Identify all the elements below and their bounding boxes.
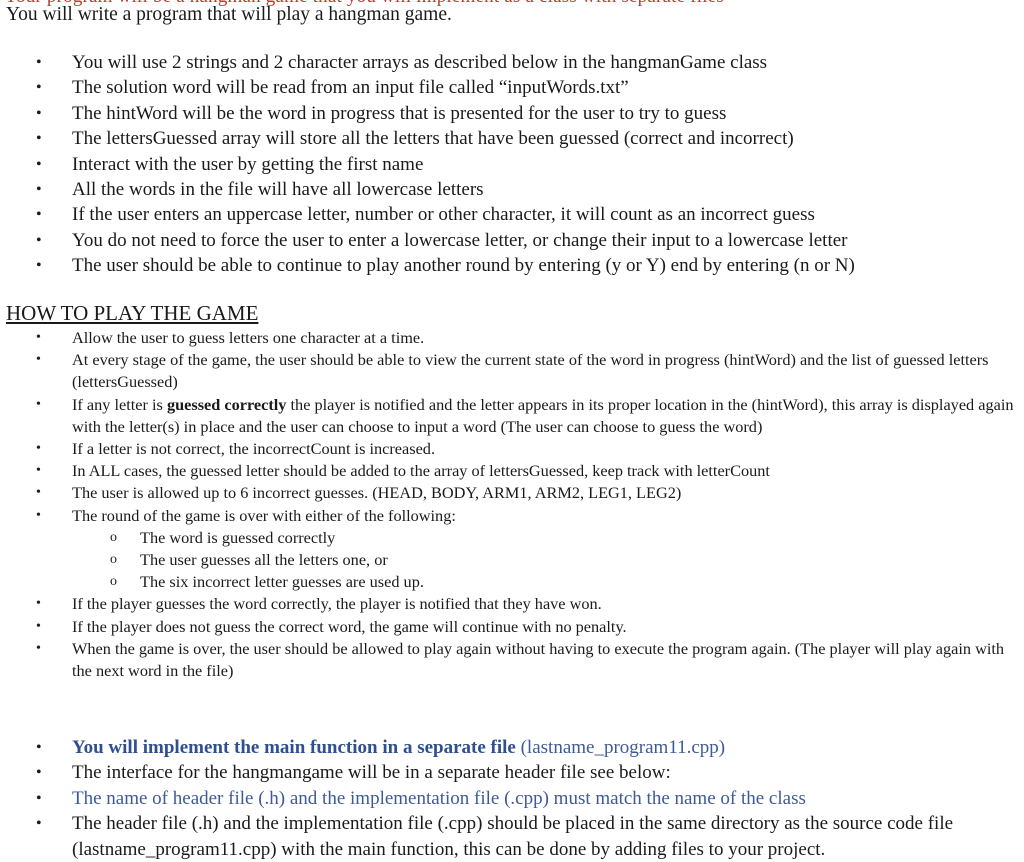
- list-item-text: The user should be able to continue to p…: [72, 255, 855, 277]
- bullet-icon: •: [36, 789, 42, 807]
- list-item-text: Allow the user to guess letters one char…: [72, 328, 425, 347]
- section-heading-how-to-play: HOW TO PLAY THE GAME: [6, 301, 259, 325]
- sublist-item: o The word is guessed correctly: [72, 527, 1016, 549]
- list-item-text: At every stage of the game, the user sho…: [72, 350, 989, 392]
- bullet-icon: •: [36, 596, 41, 612]
- list-item-text: Interact with the user by getting the fi…: [72, 153, 424, 175]
- list-item: • If any letter is guessed correctly the …: [0, 394, 1020, 438]
- list-item-text: The interface for the hangmangame will b…: [72, 762, 671, 784]
- list-item: • You will implement the main function in…: [0, 735, 1020, 760]
- emphasis-text: guessed correctly: [166, 394, 287, 414]
- bullet-icon: •: [36, 396, 41, 412]
- list-item: • If the player does not guess the correc…: [0, 616, 1020, 638]
- bullet-icon: •: [36, 257, 42, 275]
- emphasis-text: You will implement the main function in …: [72, 737, 516, 758]
- list-item: • You do not need to force the user to en…: [0, 228, 855, 253]
- list-item: • When the game is over, the user should …: [0, 638, 1020, 682]
- sublist-item: o The six incorrect letter guesses are us…: [72, 571, 1016, 593]
- bullet-icon: •: [36, 764, 42, 782]
- bullet-icon: •: [36, 54, 42, 71]
- sublist-item-text: The user guesses all the letters one, or: [140, 550, 388, 570]
- list-item: • The interface for the hangmangame will …: [0, 760, 1020, 785]
- list-item: • The solution word will be read from an …: [0, 75, 855, 100]
- bullet-icon: •: [36, 206, 42, 224]
- bullet-icon: •: [36, 181, 42, 199]
- list-item: • You will use 2 strings and 2 character …: [0, 50, 855, 75]
- requirements-list: • You will use 2 strings and 2 character …: [0, 50, 855, 279]
- circle-bullet-icon: o: [110, 552, 117, 568]
- list-item-text: When the game is over, the user should b…: [72, 638, 1005, 681]
- sublist-item: o The user guesses all the letters one, o…: [72, 549, 1016, 571]
- list-item: • If the user enters an uppercase letter,…: [0, 202, 855, 227]
- bullet-icon: •: [36, 441, 41, 457]
- list-item-text: The solution word will be read from an i…: [72, 77, 629, 99]
- list-item: • Allow the user to guess letters one cha…: [0, 327, 1020, 349]
- list-item: • All the words in the file will have all…: [0, 177, 855, 202]
- bullet-icon: •: [36, 463, 41, 479]
- list-item: • The lettersGuessed array will store all…: [0, 126, 855, 151]
- list-item: • The user is allowed up to 6 incorrect g…: [0, 482, 1020, 504]
- list-item-text: If the player does not guess the correct…: [72, 616, 627, 636]
- bullet-icon: •: [36, 104, 42, 122]
- list-item: • The user should be able to continue to …: [0, 253, 855, 278]
- list-item: • The hintWord will be the word in progre…: [0, 101, 855, 126]
- bullet-icon: •: [36, 130, 42, 148]
- bullet-icon: •: [36, 231, 42, 249]
- bullet-icon: •: [36, 352, 41, 368]
- list-item-text: If a letter is not correct, the incorrec…: [72, 439, 436, 459]
- bullet-icon: •: [36, 640, 41, 656]
- list-item-text: The hintWord will be the word in progres…: [72, 102, 727, 124]
- sublist-item-text: The six incorrect letter guesses are use…: [140, 572, 424, 592]
- list-item-text: You will use 2 strings and 2 character a…: [72, 52, 768, 73]
- end-conditions-sublist: o The word is guessed correctly o The user…: [72, 527, 1016, 594]
- intro-paragraph: You will write a program that will play …: [6, 4, 452, 25]
- list-item-text: The lettersGuessed array will store all …: [72, 128, 794, 150]
- list-item-text: You do not need to force the user to ent…: [72, 229, 848, 251]
- list-item: • The round of the game is over with eith…: [0, 505, 1020, 594]
- list-item: • The header file (.h) and the implementa…: [0, 811, 1020, 862]
- bullet-icon: •: [36, 330, 41, 345]
- bullet-icon: •: [36, 155, 42, 173]
- list-item: • If a letter is not correct, the incorre…: [0, 438, 1020, 460]
- list-item: • At every stage of the game, the user sh…: [0, 349, 1020, 393]
- list-item-text: The round of the game is over with eithe…: [72, 505, 456, 525]
- circle-bullet-icon: o: [110, 529, 117, 545]
- list-item-text: The name of header file (.h) and the imp…: [72, 787, 806, 809]
- file-requirements-list: • You will implement the main function in…: [0, 735, 1020, 862]
- list-item: • If the player guesses the word correctl…: [0, 593, 1020, 615]
- list-item-text-pre: If any letter is: [72, 394, 167, 414]
- bullet-icon: •: [36, 618, 41, 634]
- list-item-text: The header file (.h) and the implementat…: [72, 813, 954, 860]
- how-to-play-list: • Allow the user to guess letters one cha…: [0, 327, 1020, 682]
- list-item: • The name of header file (.h) and the im…: [0, 786, 1020, 811]
- bullet-icon: •: [36, 79, 42, 97]
- list-item: • Interact with the user by getting the f…: [0, 152, 855, 177]
- list-item-text: In ALL cases, the guessed letter should …: [72, 461, 770, 481]
- bullet-icon: •: [36, 485, 41, 501]
- list-item-text: If the player guesses the word correctly…: [72, 594, 602, 614]
- list-item-text: All the words in the file will have all …: [72, 179, 484, 201]
- bullet-icon: •: [36, 815, 42, 833]
- list-item-text: The user is allowed up to 6 incorrect gu…: [72, 483, 682, 503]
- list-item-text-post: (lastname_program11.cpp): [515, 737, 726, 758]
- circle-bullet-icon: o: [110, 574, 117, 590]
- sublist-item-text: The word is guessed correctly: [140, 527, 336, 547]
- bullet-icon: •: [36, 739, 42, 756]
- list-item-text: If the user enters an uppercase letter, …: [72, 204, 815, 226]
- bullet-icon: •: [36, 507, 41, 523]
- list-item: • In ALL cases, the guessed letter should…: [0, 460, 1020, 482]
